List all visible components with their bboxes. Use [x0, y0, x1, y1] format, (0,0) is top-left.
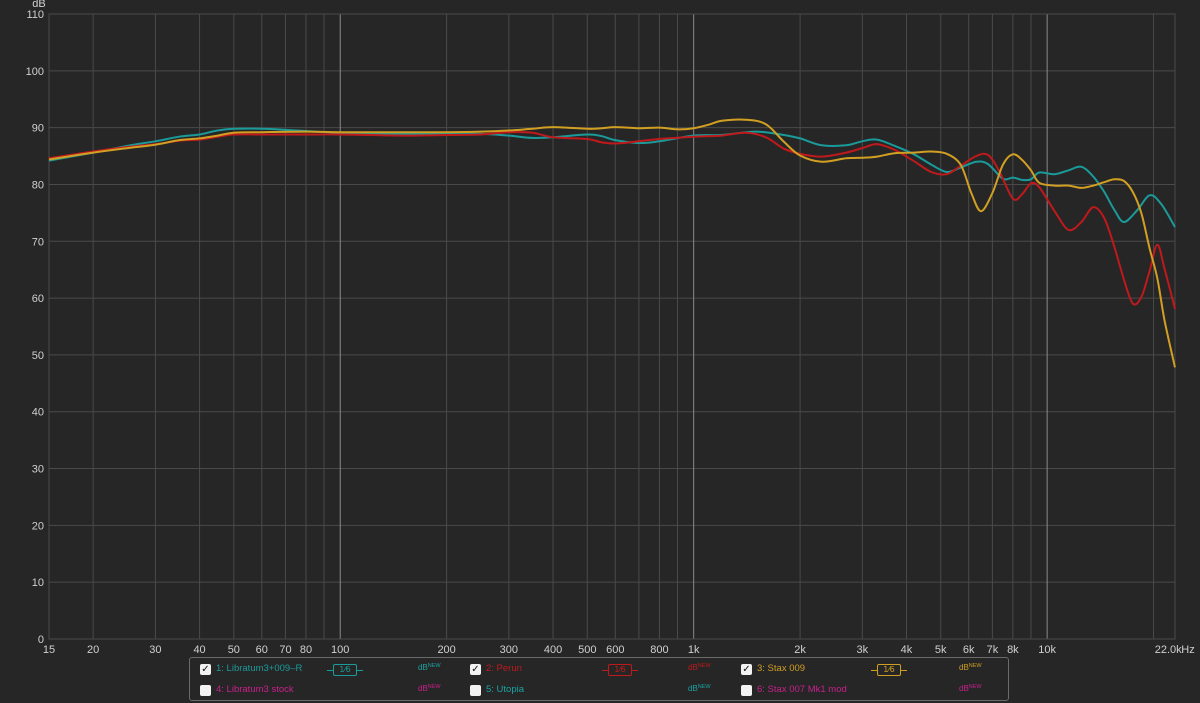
- x-tick-label: 4k: [901, 644, 913, 656]
- y-tick-label: 20: [32, 520, 44, 532]
- y-tick-label: 90: [32, 123, 44, 135]
- legend-item-3[interactable]: ✓ 3: Stax 009 1⁄6 dBNEW: [741, 661, 1006, 679]
- legend-checkbox-6[interactable]: [741, 685, 752, 696]
- y-tick-label: 60: [32, 293, 44, 305]
- legend-name-2: 2: Perun: [486, 663, 522, 674]
- db-new-button-5[interactable]: dBNEW: [688, 684, 711, 693]
- y-tick-label: 40: [32, 407, 44, 419]
- legend-checkbox-4[interactable]: [200, 685, 211, 696]
- series-line-3: [48, 118, 1176, 368]
- legend-checkbox-1[interactable]: ✓: [200, 664, 211, 675]
- x-tick-label: 1k: [688, 644, 700, 656]
- db-new-button-3[interactable]: dBNEW: [959, 663, 982, 672]
- x-tick-label: 30: [149, 644, 161, 656]
- x-tick-label: 3k: [857, 644, 869, 656]
- x-tick-label: 5k: [935, 644, 947, 656]
- x-tick-label: 80: [300, 644, 312, 656]
- plot-frame: [48, 13, 1176, 640]
- x-unit-label: Hz: [1181, 644, 1194, 656]
- x-tick-label: 22.0k: [1155, 644, 1182, 656]
- smoothing-button-1[interactable]: 1⁄6: [327, 664, 363, 676]
- curves: [48, 118, 1176, 368]
- legend-checkbox-2[interactable]: ✓: [470, 664, 481, 675]
- y-tick-label: 80: [32, 179, 44, 191]
- smoothing-button-2[interactable]: 1⁄6: [602, 664, 638, 676]
- x-tick-label: 40: [193, 644, 205, 656]
- x-tick-label: 6k: [963, 644, 975, 656]
- y-tick-label: 10: [32, 577, 44, 589]
- legend-checkbox-3[interactable]: ✓: [741, 664, 752, 675]
- legend-item-6[interactable]: 6: Stax 007 Mk1 mod dBNEW: [741, 682, 1006, 700]
- legend-name-6: 6: Stax 007 Mk1 mod: [757, 684, 847, 695]
- legend-checkbox-5[interactable]: [470, 685, 481, 696]
- legend-panel: ✓ 1: Libratum3+009–R 1⁄6 dBNEW ✓ 2: Peru…: [189, 657, 1009, 701]
- legend-item-2[interactable]: ✓ 2: Perun 1⁄6 dBNEW: [470, 661, 740, 679]
- x-tick-label: 500: [578, 644, 596, 656]
- legend-name-1: 1: Libratum3+009–R: [216, 663, 303, 674]
- x-tick-label: 200: [437, 644, 455, 656]
- db-new-button-4[interactable]: dBNEW: [418, 684, 441, 693]
- x-tick-label: 400: [544, 644, 562, 656]
- x-tick-label: 50: [228, 644, 240, 656]
- x-tick-label: 7k: [987, 644, 999, 656]
- legend-item-1[interactable]: ✓ 1: Libratum3+009–R 1⁄6 dBNEW: [200, 661, 470, 679]
- legend-item-4[interactable]: 4: Libratum3 stock dBNEW: [200, 682, 470, 700]
- legend-name-4: 4: Libratum3 stock: [216, 684, 294, 695]
- db-new-button-6[interactable]: dBNEW: [959, 684, 982, 693]
- legend-name-3: 3: Stax 009: [757, 663, 806, 674]
- db-new-button-1[interactable]: dBNEW: [418, 663, 441, 672]
- db-new-button-2[interactable]: dBNEW: [688, 663, 711, 672]
- x-tick-label: 15: [43, 644, 55, 656]
- x-tick-label: 600: [606, 644, 624, 656]
- x-tick-label: 8k: [1007, 644, 1019, 656]
- x-tick-label: 2k: [794, 644, 806, 656]
- y-tick-label: 50: [32, 350, 44, 362]
- frequency-response-chart: 0102030405060708090100110 15 20 30 40 50 60 70…: [26, 0, 1195, 656]
- x-tick-label: 70: [279, 644, 291, 656]
- legend-name-5: 5: Utopia: [486, 684, 525, 695]
- smoothing-button-3[interactable]: 1⁄6: [871, 664, 907, 676]
- y-tick-label: 100: [26, 66, 44, 78]
- x-tick-label: 20: [87, 644, 99, 656]
- x-tick-label: 800: [650, 644, 668, 656]
- x-tick-label: 100: [331, 644, 349, 656]
- y-tick-label: 70: [32, 236, 44, 248]
- y-unit-label: dB: [32, 0, 45, 10]
- x-tick-label: 10k: [1038, 644, 1056, 656]
- x-tick-label: 300: [500, 644, 518, 656]
- legend-item-5[interactable]: 5: Utopia dBNEW: [470, 682, 740, 700]
- x-tick-label: 60: [256, 644, 268, 656]
- x-axis: 15 20 30 40 50 60 70 80 100 200 300 400 500 600 800 1k 2…: [43, 644, 1195, 656]
- y-tick-label: 30: [32, 464, 44, 476]
- chart-grid: [48, 13, 1176, 640]
- y-tick-label: 110: [26, 9, 44, 21]
- y-axis: 0102030405060708090100110: [26, 9, 44, 646]
